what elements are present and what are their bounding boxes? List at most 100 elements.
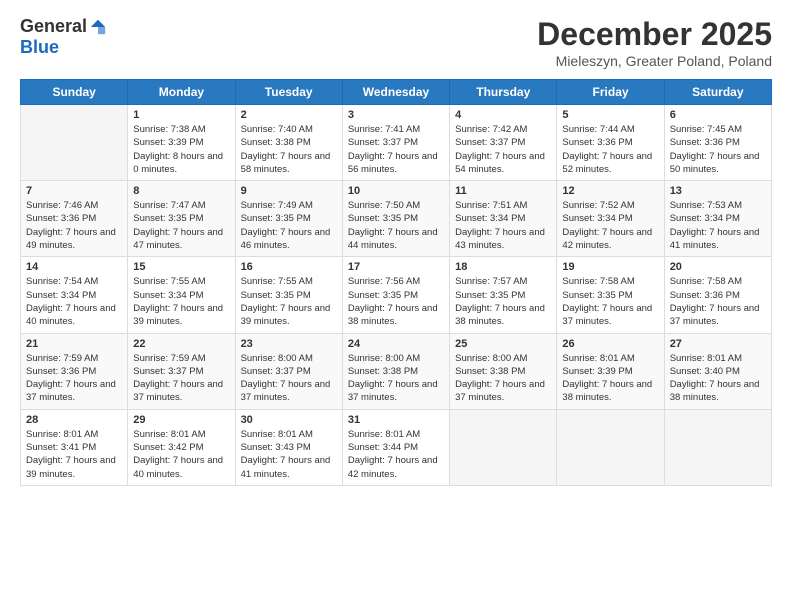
day-number: 28 bbox=[26, 414, 122, 426]
day-info: Sunrise: 7:57 AMSunset: 3:35 PMDaylight:… bbox=[455, 275, 551, 328]
calendar-day-cell: 13 Sunrise: 7:53 AMSunset: 3:34 PMDayligh… bbox=[664, 181, 771, 257]
day-number: 6 bbox=[670, 109, 766, 121]
day-number: 24 bbox=[348, 338, 444, 350]
calendar-day-cell: 14 Sunrise: 7:54 AMSunset: 3:34 PMDayligh… bbox=[21, 257, 128, 333]
day-number: 30 bbox=[241, 414, 337, 426]
calendar-week-row: 7Sunrise: 7:46 AMSunset: 3:36 PMDaylight… bbox=[21, 181, 772, 257]
day-info: Sunrise: 7:42 AMSunset: 3:37 PMDaylight:… bbox=[455, 123, 551, 176]
day-number: 20 bbox=[670, 261, 766, 273]
day-info: Sunrise: 7:41 AMSunset: 3:37 PMDaylight:… bbox=[348, 123, 444, 176]
day-number: 17 bbox=[348, 261, 444, 273]
day-info: Sunrise: 7:40 AMSunset: 3:38 PMDaylight:… bbox=[241, 123, 337, 176]
day-number: 9 bbox=[241, 185, 337, 197]
day-number: 25 bbox=[455, 338, 551, 350]
logo-icon bbox=[89, 18, 107, 36]
day-of-week-header: Tuesday bbox=[235, 80, 342, 105]
day-number: 19 bbox=[562, 261, 658, 273]
day-of-week-header: Wednesday bbox=[342, 80, 449, 105]
day-info: Sunrise: 8:00 AMSunset: 3:38 PMDaylight:… bbox=[455, 352, 551, 405]
logo: General Blue bbox=[20, 16, 107, 58]
calendar-day-cell bbox=[21, 105, 128, 181]
day-number: 1 bbox=[133, 109, 229, 121]
calendar-week-row: 21Sunrise: 7:59 AMSunset: 3:36 PMDayligh… bbox=[21, 333, 772, 409]
day-info: Sunrise: 7:58 AMSunset: 3:35 PMDaylight:… bbox=[562, 275, 658, 328]
logo-blue: Blue bbox=[20, 37, 59, 58]
day-number: 12 bbox=[562, 185, 658, 197]
day-number: 14 bbox=[26, 261, 122, 273]
calendar-body: 1 Sunrise: 7:38 AMSunset: 3:39 PMDaylight… bbox=[21, 105, 772, 486]
subtitle: Mieleszyn, Greater Poland, Poland bbox=[537, 53, 772, 69]
calendar-day-cell: 22Sunrise: 7:59 AMSunset: 3:37 PMDayligh… bbox=[128, 333, 235, 409]
header: General Blue December 2025 Mieleszyn, Gr… bbox=[20, 16, 772, 69]
calendar-table: SundayMondayTuesdayWednesdayThursdayFrid… bbox=[20, 79, 772, 486]
calendar-day-cell: 26Sunrise: 8:01 AMSunset: 3:39 PMDayligh… bbox=[557, 333, 664, 409]
day-number: 22 bbox=[133, 338, 229, 350]
calendar-day-cell: 5Sunrise: 7:44 AMSunset: 3:36 PMDaylight… bbox=[557, 105, 664, 181]
calendar-day-cell bbox=[450, 409, 557, 485]
day-number: 11 bbox=[455, 185, 551, 197]
calendar-day-cell: 18 Sunrise: 7:57 AMSunset: 3:35 PMDayligh… bbox=[450, 257, 557, 333]
calendar-day-cell: 7Sunrise: 7:46 AMSunset: 3:36 PMDaylight… bbox=[21, 181, 128, 257]
calendar-day-cell: 21Sunrise: 7:59 AMSunset: 3:36 PMDayligh… bbox=[21, 333, 128, 409]
day-info: Sunrise: 7:55 AMSunset: 3:35 PMDaylight:… bbox=[241, 275, 337, 328]
calendar-day-cell: 6 Sunrise: 7:45 AMSunset: 3:36 PMDaylight… bbox=[664, 105, 771, 181]
calendar-day-cell: 31 Sunrise: 8:01 AMSunset: 3:44 PMDayligh… bbox=[342, 409, 449, 485]
title-block: December 2025 Mieleszyn, Greater Poland,… bbox=[537, 16, 772, 69]
main-title: December 2025 bbox=[537, 16, 772, 53]
calendar-day-cell: 17 Sunrise: 7:56 AMSunset: 3:35 PMDayligh… bbox=[342, 257, 449, 333]
calendar-day-cell: 19 Sunrise: 7:58 AMSunset: 3:35 PMDayligh… bbox=[557, 257, 664, 333]
calendar-week-row: 14 Sunrise: 7:54 AMSunset: 3:34 PMDayligh… bbox=[21, 257, 772, 333]
calendar-day-cell: 10 Sunrise: 7:50 AMSunset: 3:35 PMDayligh… bbox=[342, 181, 449, 257]
calendar-day-cell: 25 Sunrise: 8:00 AMSunset: 3:38 PMDayligh… bbox=[450, 333, 557, 409]
day-number: 2 bbox=[241, 109, 337, 121]
day-number: 21 bbox=[26, 338, 122, 350]
day-info: Sunrise: 7:46 AMSunset: 3:36 PMDaylight:… bbox=[26, 199, 122, 252]
calendar-day-cell: 30Sunrise: 8:01 AMSunset: 3:43 PMDayligh… bbox=[235, 409, 342, 485]
day-info: Sunrise: 8:00 AMSunset: 3:37 PMDaylight:… bbox=[241, 352, 337, 405]
calendar-day-cell: 1 Sunrise: 7:38 AMSunset: 3:39 PMDaylight… bbox=[128, 105, 235, 181]
calendar-day-cell: 20 Sunrise: 7:58 AMSunset: 3:36 PMDayligh… bbox=[664, 257, 771, 333]
day-number: 23 bbox=[241, 338, 337, 350]
day-info: Sunrise: 7:58 AMSunset: 3:36 PMDaylight:… bbox=[670, 275, 766, 328]
day-info: Sunrise: 7:56 AMSunset: 3:35 PMDaylight:… bbox=[348, 275, 444, 328]
calendar-day-cell: 29 Sunrise: 8:01 AMSunset: 3:42 PMDayligh… bbox=[128, 409, 235, 485]
page: General Blue December 2025 Mieleszyn, Gr… bbox=[0, 0, 792, 612]
day-info: Sunrise: 7:55 AMSunset: 3:34 PMDaylight:… bbox=[133, 275, 229, 328]
day-number: 29 bbox=[133, 414, 229, 426]
day-number: 27 bbox=[670, 338, 766, 350]
day-info: Sunrise: 7:52 AMSunset: 3:34 PMDaylight:… bbox=[562, 199, 658, 252]
calendar-day-cell: 11 Sunrise: 7:51 AMSunset: 3:34 PMDayligh… bbox=[450, 181, 557, 257]
day-number: 18 bbox=[455, 261, 551, 273]
day-info: Sunrise: 8:01 AMSunset: 3:40 PMDaylight:… bbox=[670, 352, 766, 405]
day-info: Sunrise: 7:53 AMSunset: 3:34 PMDaylight:… bbox=[670, 199, 766, 252]
calendar-week-row: 1 Sunrise: 7:38 AMSunset: 3:39 PMDaylight… bbox=[21, 105, 772, 181]
day-info: Sunrise: 7:49 AMSunset: 3:35 PMDaylight:… bbox=[241, 199, 337, 252]
day-of-week-header: Friday bbox=[557, 80, 664, 105]
day-of-week-header: Monday bbox=[128, 80, 235, 105]
day-number: 10 bbox=[348, 185, 444, 197]
calendar-day-cell: 8Sunrise: 7:47 AMSunset: 3:35 PMDaylight… bbox=[128, 181, 235, 257]
day-number: 3 bbox=[348, 109, 444, 121]
day-info: Sunrise: 7:54 AMSunset: 3:34 PMDaylight:… bbox=[26, 275, 122, 328]
day-info: Sunrise: 7:45 AMSunset: 3:36 PMDaylight:… bbox=[670, 123, 766, 176]
day-number: 31 bbox=[348, 414, 444, 426]
calendar-day-cell: 9 Sunrise: 7:49 AMSunset: 3:35 PMDaylight… bbox=[235, 181, 342, 257]
day-of-week-header: Saturday bbox=[664, 80, 771, 105]
day-info: Sunrise: 7:51 AMSunset: 3:34 PMDaylight:… bbox=[455, 199, 551, 252]
calendar-day-cell: 2 Sunrise: 7:40 AMSunset: 3:38 PMDaylight… bbox=[235, 105, 342, 181]
day-number: 13 bbox=[670, 185, 766, 197]
logo-general: General bbox=[20, 16, 87, 37]
logo-text: General bbox=[20, 16, 107, 37]
day-number: 8 bbox=[133, 185, 229, 197]
day-info: Sunrise: 8:00 AMSunset: 3:38 PMDaylight:… bbox=[348, 352, 444, 405]
day-info: Sunrise: 8:01 AMSunset: 3:42 PMDaylight:… bbox=[133, 428, 229, 481]
calendar-day-cell: 3 Sunrise: 7:41 AMSunset: 3:37 PMDaylight… bbox=[342, 105, 449, 181]
day-info: Sunrise: 7:50 AMSunset: 3:35 PMDaylight:… bbox=[348, 199, 444, 252]
day-info: Sunrise: 8:01 AMSunset: 3:44 PMDaylight:… bbox=[348, 428, 444, 481]
calendar-day-cell: 24 Sunrise: 8:00 AMSunset: 3:38 PMDayligh… bbox=[342, 333, 449, 409]
day-info: Sunrise: 8:01 AMSunset: 3:41 PMDaylight:… bbox=[26, 428, 122, 481]
day-number: 4 bbox=[455, 109, 551, 121]
day-number: 26 bbox=[562, 338, 658, 350]
day-info: Sunrise: 7:38 AMSunset: 3:39 PMDaylight:… bbox=[133, 123, 229, 176]
calendar-day-cell: 15Sunrise: 7:55 AMSunset: 3:34 PMDayligh… bbox=[128, 257, 235, 333]
